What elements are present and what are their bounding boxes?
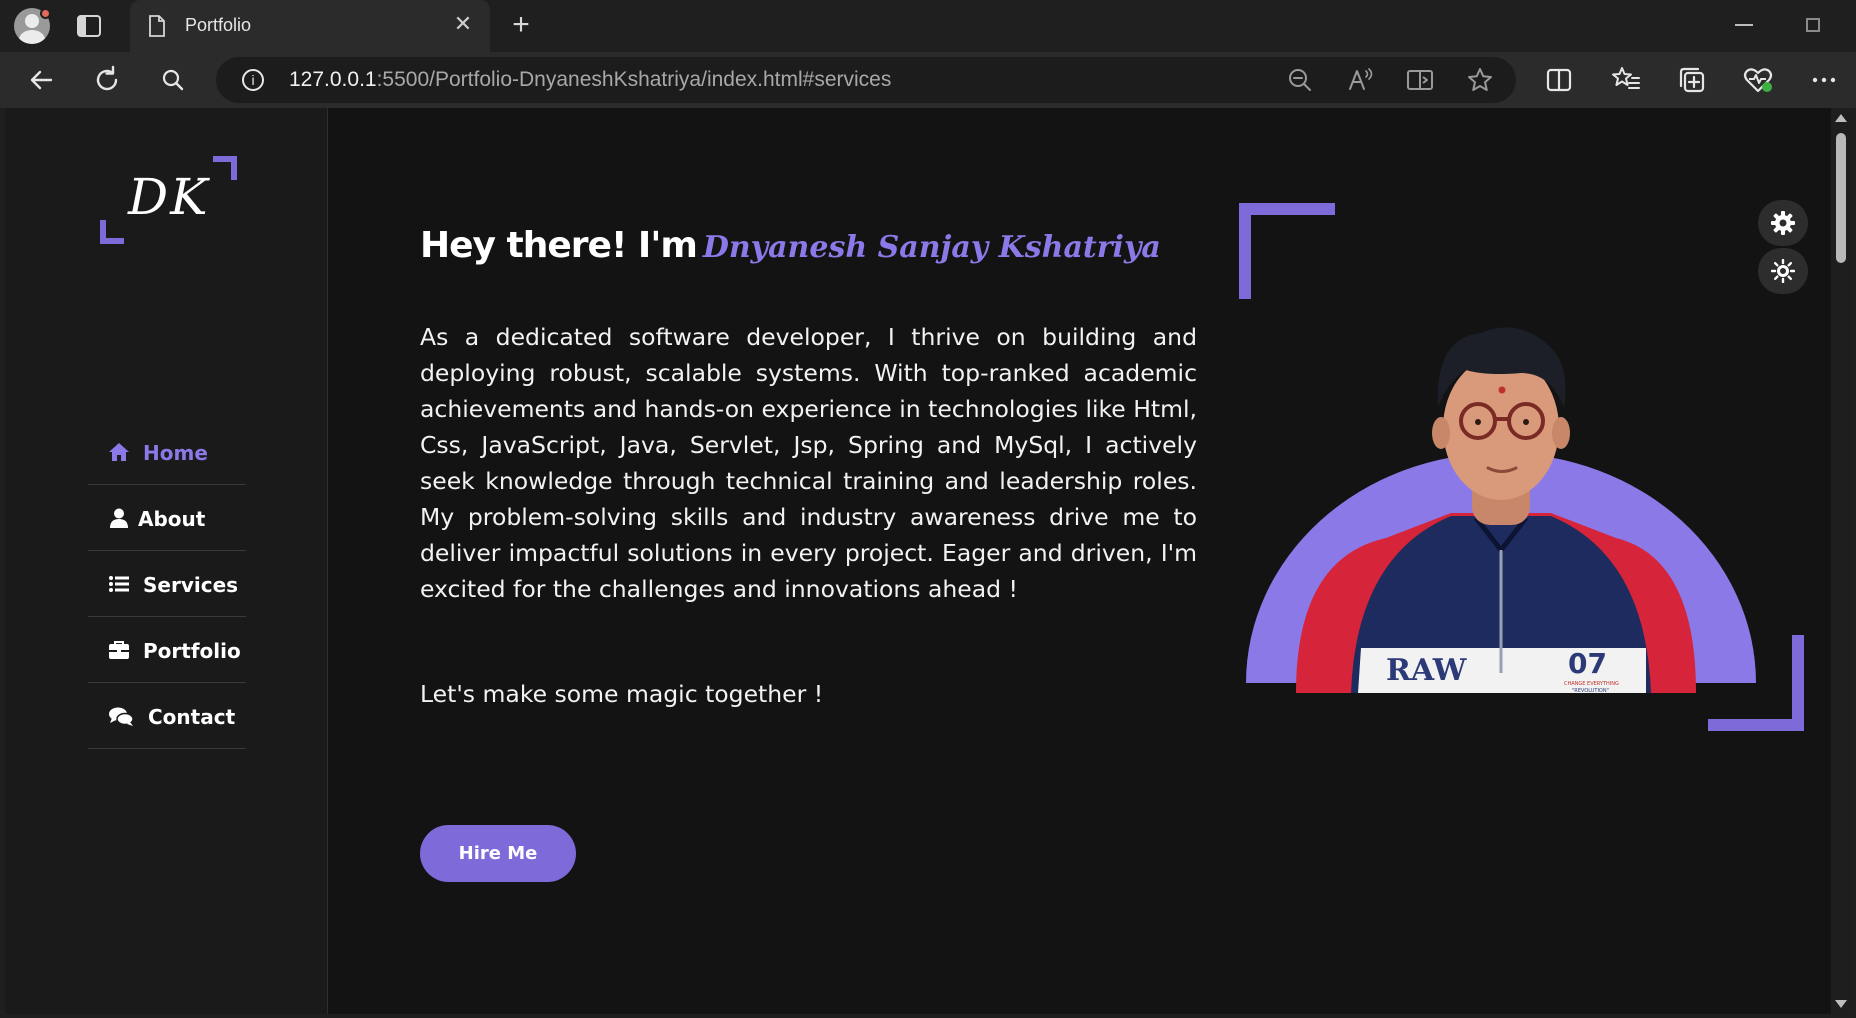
sidebar: DK Home About Services Portfolio Contact (5, 108, 328, 1014)
browser-tab[interactable]: Portfolio ✕ (130, 0, 490, 52)
hero-name: Dnyanesh Sanjay Kshatriya (702, 230, 1161, 265)
shirt-small-text-2: "REVOLUTION" (1572, 688, 1609, 694)
close-icon[interactable]: ✕ (450, 12, 476, 38)
scroll-down-arrow[interactable] (1835, 1000, 1847, 1008)
back-icon[interactable] (25, 64, 57, 96)
hero-heading: Hey there! I'm Dnyanesh Sanjay Kshatriya (420, 225, 1161, 266)
collections-icon[interactable] (1676, 64, 1708, 96)
logo[interactable]: DK (100, 156, 240, 256)
photo-frame-top-left (1239, 203, 1335, 299)
nav-label: Portfolio (143, 639, 241, 663)
nav-item-portfolio[interactable]: Portfolio (88, 617, 246, 683)
list-icon (109, 576, 129, 592)
theme-toggle-icon (1771, 259, 1795, 283)
nav-item-home[interactable]: Home (88, 419, 246, 485)
minimize-icon[interactable] (1735, 24, 1753, 26)
nav-item-services[interactable]: Services (88, 551, 246, 617)
profile-photo: RAW 07 CHANGE EVERYTHING "REVOLUTION" (1246, 327, 1756, 694)
search-icon[interactable] (157, 64, 189, 96)
nav-item-contact[interactable]: Contact (88, 683, 246, 749)
favorites-icon[interactable] (1610, 64, 1642, 96)
url-path: :5500/Portfolio-DnyaneshKshatriya/index.… (376, 68, 892, 91)
restore-icon[interactable] (1806, 18, 1820, 32)
more-icon[interactable] (1808, 64, 1840, 96)
browser-titlebar: Portfolio ✕ + (0, 0, 1856, 52)
hire-me-button[interactable]: Hire Me (420, 825, 576, 882)
logo-corner-top-right (213, 156, 237, 180)
nav-label: Contact (148, 705, 236, 729)
url-text[interactable]: 127.0.0.1:5500/Portfolio-DnyaneshKshatri… (289, 68, 891, 92)
star-icon[interactable] (1466, 66, 1494, 94)
settings-gear-button[interactable] (1758, 200, 1808, 246)
main-nav: Home About Services Portfolio Contact (88, 419, 246, 749)
hero-tagline: Let's make some magic together ! (420, 680, 824, 708)
user-icon (110, 508, 128, 528)
home-icon (109, 443, 129, 461)
shirt-brand-text: RAW (1386, 653, 1468, 688)
theme-toggle-button[interactable] (1758, 248, 1808, 294)
browser-toolbar: i 127.0.0.1:5500/Portfolio-DnyaneshKshat… (0, 52, 1856, 108)
plus-icon[interactable]: + (506, 10, 536, 41)
notification-dot (40, 8, 51, 19)
nav-label: Services (143, 573, 239, 597)
immersive-reader-icon[interactable] (1406, 66, 1434, 94)
comments-icon (109, 707, 134, 726)
scrollbar-thumb[interactable] (1836, 133, 1846, 263)
shirt-small-text: CHANGE EVERYTHING (1564, 681, 1619, 687)
scroll-up-arrow[interactable] (1835, 114, 1847, 122)
document-icon (149, 15, 165, 37)
page-viewport: DK Home About Services Portfolio Contact… (5, 108, 1831, 1014)
nav-item-about[interactable]: About (88, 485, 246, 551)
logo-corner-bottom-left (100, 220, 124, 244)
nav-label: Home (143, 441, 208, 465)
nav-label: About (138, 507, 206, 531)
address-bar[interactable]: i 127.0.0.1:5500/Portfolio-DnyaneshKshat… (216, 57, 1516, 103)
refresh-icon[interactable] (91, 64, 123, 96)
read-aloud-icon[interactable] (1346, 66, 1374, 94)
greeting-text: Hey there! I'm (420, 225, 698, 266)
tab-title: Portfolio (185, 15, 252, 35)
settings-gear-icon (1771, 211, 1795, 235)
browser-essentials-icon[interactable] (1742, 64, 1774, 96)
hero-bio: As a dedicated software developer, I thr… (420, 323, 1197, 603)
tab-actions-icon[interactable] (76, 13, 102, 39)
page-scrollbar[interactable] (1831, 108, 1851, 1014)
hero-section: Hey there! I'm Dnyanesh Sanjay Kshatriya … (328, 108, 1831, 1014)
split-screen-icon[interactable] (1543, 64, 1575, 96)
briefcase-icon (109, 641, 129, 659)
zoom-out-icon[interactable] (1286, 66, 1314, 94)
url-host: 127.0.0.1 (289, 68, 377, 91)
shirt-number-text: 07 (1568, 647, 1607, 680)
info-icon[interactable]: i (242, 69, 264, 91)
logo-text: DK (128, 168, 210, 226)
